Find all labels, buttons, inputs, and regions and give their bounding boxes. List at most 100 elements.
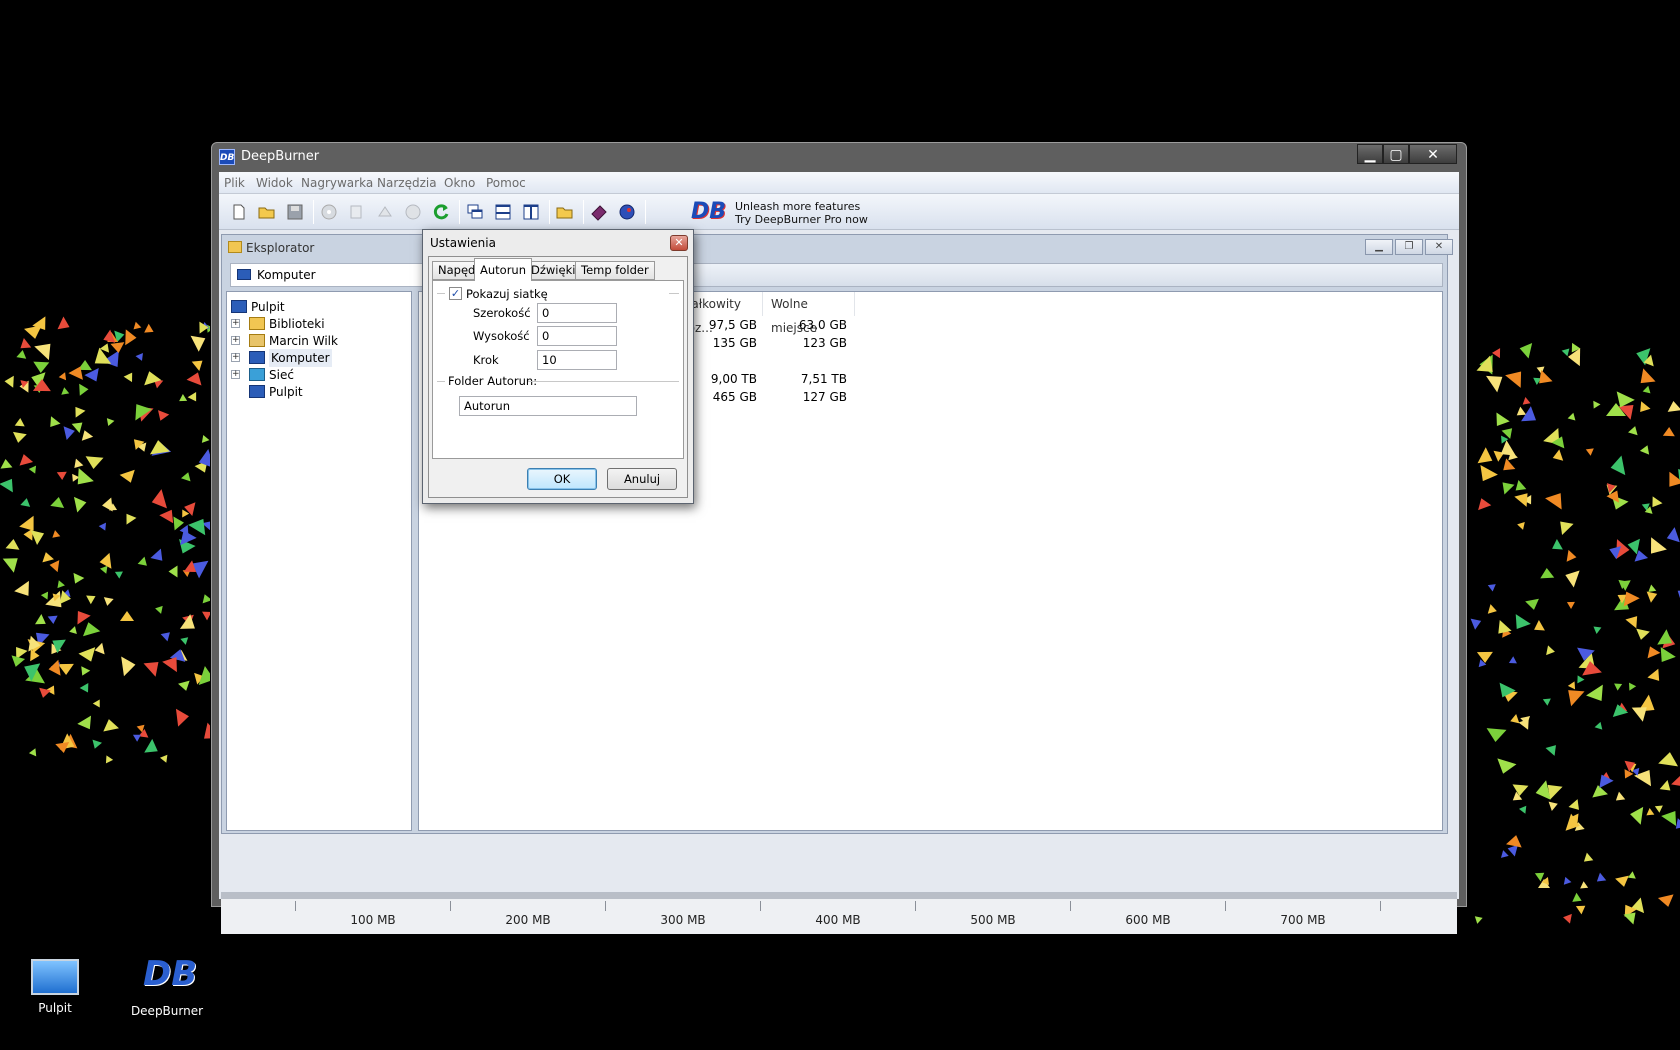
confetti-piece	[1533, 369, 1553, 389]
tab-dzwieki[interactable]: Dźwięki	[525, 261, 582, 280]
column-header-free[interactable]: Wolne miejsce	[763, 292, 855, 335]
close-button[interactable]: ✕	[1409, 144, 1457, 164]
confetti-piece	[110, 342, 126, 354]
capacity-tick	[450, 901, 451, 911]
confetti-piece	[69, 573, 84, 587]
confetti-piece	[47, 660, 61, 678]
expand-icon[interactable]: +	[231, 336, 240, 345]
capacity-tick	[605, 901, 606, 911]
row-2-free: 123 GB	[802, 336, 847, 350]
confetti-piece	[1548, 798, 1559, 811]
confetti-piece	[78, 647, 100, 666]
confetti-piece	[84, 456, 104, 471]
promo-text[interactable]: Unleash more features Try DeepBurner Pro…	[735, 200, 868, 226]
desktop-icon-deepburner[interactable]: DB DeepBurner	[122, 950, 212, 1018]
confetti-piece	[79, 683, 93, 696]
menu-widok[interactable]: Widok	[256, 176, 293, 190]
confetti-piece	[1517, 521, 1527, 531]
confetti-piece	[1580, 852, 1594, 866]
tile-vertical-icon[interactable]	[521, 202, 541, 222]
confetti-piece	[168, 565, 178, 578]
width-field[interactable]: 0	[537, 303, 617, 323]
toolbar-separator	[645, 200, 646, 224]
deepburner-pro-logo[interactable]: DB	[691, 197, 726, 227]
capacity-tick	[1070, 901, 1071, 911]
step-field[interactable]: 10	[537, 350, 617, 370]
show-grid-checkbox[interactable]: ✓	[449, 287, 462, 300]
maximize-button[interactable]: ▢	[1383, 144, 1409, 164]
confetti-piece	[1540, 876, 1549, 886]
menu-okno[interactable]: Okno	[444, 176, 475, 190]
confetti-piece	[1645, 807, 1655, 816]
confetti-piece	[70, 467, 94, 491]
confetti-piece	[50, 495, 67, 508]
address-combo[interactable]: Komputer	[230, 263, 440, 287]
new-icon[interactable]	[229, 202, 249, 222]
menu-pomoc[interactable]: Pomoc	[486, 176, 526, 190]
folder-open-icon[interactable]	[555, 202, 575, 222]
menu-nagrywarka[interactable]: Nagrywarka	[301, 176, 373, 190]
menu-bar: Plik Widok Nagrywarka Narzędzia Okno Pom…	[219, 172, 1459, 194]
dialog-body: Napęd Autorun Dźwięki Temp folder ✓ Poka…	[428, 256, 688, 498]
confetti-piece	[186, 369, 206, 386]
dialog-close-button[interactable]: ✕	[670, 235, 688, 251]
confetti-piece	[1672, 582, 1680, 607]
confetti-piece	[30, 525, 47, 545]
expand-icon[interactable]: +	[231, 319, 240, 328]
tree-item-label: Pulpit	[251, 300, 285, 314]
confetti-piece	[1561, 682, 1585, 707]
group-line	[669, 293, 679, 294]
refresh-icon[interactable]	[431, 202, 451, 222]
confetti-piece	[54, 578, 65, 589]
confetti-piece	[28, 463, 40, 474]
confetti-piece	[1641, 385, 1651, 396]
globe-icon[interactable]	[617, 202, 637, 222]
confetti-piece	[8, 655, 25, 670]
menu-plik[interactable]: Plik	[224, 176, 245, 190]
desktop-icon	[231, 300, 247, 313]
menu-narzedzia[interactable]: Narzędzia	[377, 176, 437, 190]
confetti-piece	[101, 497, 113, 513]
folder-icon	[228, 241, 242, 253]
expand-icon[interactable]: +	[231, 370, 240, 379]
capacity-tick	[1225, 901, 1226, 911]
burn-icon[interactable]	[319, 202, 339, 222]
confetti-piece	[148, 489, 167, 513]
capacity-label: 500 MB	[970, 913, 1016, 927]
title-bar[interactable]: DB DeepBurner ▁ ▢ ✕	[212, 143, 1466, 171]
dialog-title: Ustawienia	[430, 236, 496, 250]
confetti-piece	[98, 552, 112, 570]
group-line	[528, 381, 679, 382]
tile-horizontal-icon[interactable]	[493, 202, 513, 222]
confetti-piece	[1554, 516, 1574, 536]
tab-autorun[interactable]: Autorun	[474, 258, 533, 281]
confetti-piece	[1608, 455, 1626, 479]
confetti-piece	[1565, 813, 1583, 835]
folder-autorun-field[interactable]: Autorun	[459, 396, 637, 416]
confetti-piece	[60, 589, 73, 606]
cascade-icon[interactable]	[465, 202, 485, 222]
explorer-restore-button[interactable]: ❐	[1395, 239, 1423, 255]
disc-info-icon[interactable]	[403, 202, 423, 222]
explorer-minimize-button[interactable]: ▁	[1365, 239, 1393, 255]
copy-icon[interactable]	[347, 202, 367, 222]
save-icon[interactable]	[285, 202, 305, 222]
book-icon[interactable]	[589, 202, 609, 222]
tab-temp-folder[interactable]: Temp folder	[575, 261, 655, 280]
erase-icon[interactable]	[375, 202, 395, 222]
window-title: DeepBurner	[241, 149, 320, 164]
confetti-piece	[1625, 612, 1643, 629]
explorer-close-button[interactable]: ✕	[1425, 239, 1453, 255]
cancel-button[interactable]: Anuluj	[607, 468, 677, 490]
confetti-piece	[113, 567, 123, 579]
open-icon[interactable]	[257, 202, 277, 222]
expand-icon[interactable]: +	[231, 353, 240, 362]
tree-item-label: Biblioteki	[269, 317, 325, 331]
height-field[interactable]: 0	[537, 326, 617, 346]
capacity-label: 200 MB	[505, 913, 551, 927]
ok-button[interactable]: OK	[527, 468, 597, 490]
confetti-piece	[1577, 880, 1589, 892]
minimize-button[interactable]: ▁	[1357, 144, 1383, 164]
desktop-icon-pulpit[interactable]: Pulpit	[10, 955, 100, 1015]
confetti-piece	[1585, 445, 1596, 457]
